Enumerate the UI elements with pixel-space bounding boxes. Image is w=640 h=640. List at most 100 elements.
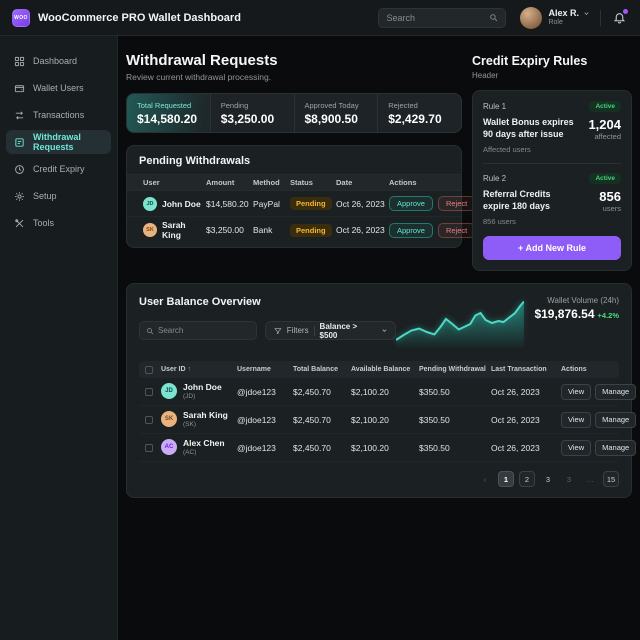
user-role: Role — [548, 18, 563, 26]
sidebar-item-wallet-users[interactable]: Wallet Users — [6, 76, 111, 100]
filter-value: Balance > $500 — [319, 321, 358, 340]
table-row: SK Sarah King (SK) @jdoe123 $2,450.70 $2… — [139, 406, 637, 434]
amount: $3,250.00 — [206, 225, 244, 235]
available-balance: $2,100.20 — [351, 414, 389, 425]
stat-value: $2,429.70 — [388, 111, 442, 126]
page-button-3-dim[interactable]: 3 — [561, 471, 577, 487]
filters-dropdown[interactable]: Filters Balance > $500 — [265, 321, 397, 340]
add-new-rule-button[interactable]: + Add New Rule — [483, 236, 621, 260]
wallet-volume-sparkline — [396, 299, 525, 349]
page-prev-button[interactable]: ‹ — [477, 471, 493, 487]
sidebar-item-credit-expiry[interactable]: Credit Expiry — [6, 157, 111, 181]
sort-asc-icon: ↑ — [187, 366, 191, 373]
status-badge: Pending — [290, 223, 332, 237]
rule-item: Rule 2 Active Referral Credits expire 18… — [483, 173, 621, 226]
col-user-id[interactable]: User ID ↑ — [161, 366, 237, 373]
manage-button[interactable]: Manage — [595, 411, 637, 428]
withdrawal-requests-icon — [15, 137, 24, 147]
sidebar-item-setup[interactable]: Setup — [6, 184, 111, 208]
view-button[interactable]: View — [561, 383, 592, 400]
approve-button[interactable]: Approve — [389, 222, 433, 238]
rule-name: Rule 1 — [483, 102, 507, 111]
sidebar-item-tools[interactable]: Tools — [6, 211, 111, 235]
user-balance-card: User Balance Overview Filters — [126, 283, 637, 498]
col-actions: Actions — [389, 178, 417, 187]
search-icon — [490, 14, 498, 22]
stat-rejected: Rejected $2,429.70 — [377, 94, 461, 132]
available-balance: $2,100.20 — [351, 386, 389, 397]
user-name: Alex R. — [548, 8, 579, 19]
col-amount: Amount — [206, 178, 235, 187]
rule-description: Wallet Bonus expires 90 days after issue — [483, 117, 574, 139]
global-search[interactable] — [378, 7, 507, 28]
credit-rules-subtitle: Header — [472, 71, 499, 80]
date: Oct 26, 2023 — [336, 225, 385, 235]
chevron-down-icon — [382, 329, 387, 332]
rule-stat-label: users — [602, 204, 621, 213]
reject-button[interactable]: Reject — [437, 196, 476, 211]
user-id: (JD) — [183, 392, 196, 400]
stat-approved-today: Approved Today $8,900.50 — [293, 94, 378, 132]
balance-search[interactable] — [139, 321, 257, 340]
sidebar-item-transactions[interactable]: Transactions — [6, 103, 111, 127]
withdrawal-stats: Total Requested $14,580.20 Pending $3,25… — [126, 93, 462, 133]
user-id: (SK) — [183, 420, 196, 428]
total-balance: $2,450.70 — [293, 386, 331, 397]
balance-search-input[interactable] — [158, 326, 250, 335]
dashboard-icon — [14, 56, 25, 66]
last-transaction: Oct 26, 2023 — [491, 386, 540, 397]
stat-label: Pending — [220, 100, 249, 110]
row-checkbox[interactable] — [145, 443, 153, 452]
rule-stat-value: 1,204 — [588, 117, 621, 132]
pending-table-header: User Amount Method Status Date Actions — [127, 174, 461, 191]
col-status: Status — [290, 178, 313, 187]
app-title: WooCommerce PRO Wallet Dashboard — [38, 11, 241, 24]
user-menu[interactable]: Alex R. Role — [520, 6, 590, 29]
avatar: SK — [161, 411, 177, 428]
view-button[interactable]: View — [561, 411, 592, 428]
view-button[interactable]: View — [561, 439, 592, 456]
available-balance: $2,100.20 — [351, 442, 389, 453]
user-name: John Doe — [183, 381, 222, 392]
sidebar-item-label: Transactions — [33, 110, 85, 120]
funnel-icon — [274, 327, 282, 334]
avatar: JD — [143, 196, 157, 211]
page-button-2[interactable]: 2 — [519, 471, 535, 487]
reject-button[interactable]: Reject — [437, 222, 476, 238]
global-search-input[interactable] — [386, 12, 490, 23]
stat-pending: Pending $3,250.00 — [209, 94, 294, 132]
manage-button[interactable]: Manage — [595, 383, 637, 400]
stat-value: $3,250.00 — [220, 111, 275, 126]
username: @jdoe123 — [237, 442, 276, 453]
select-all-checkbox[interactable] — [145, 365, 153, 374]
stat-label: Rejected — [388, 100, 418, 110]
clock-icon — [15, 164, 24, 174]
row-checkbox[interactable] — [145, 387, 153, 396]
page-button-1[interactable]: 1 — [498, 471, 514, 487]
rule-description: Referral Credits expire 180 days — [483, 189, 551, 211]
wallet-volume-value: $19,876.54 — [534, 307, 595, 321]
avatar: SK — [143, 223, 157, 237]
approve-button[interactable]: Approve — [389, 196, 433, 211]
page-button-15[interactable]: 15 — [603, 471, 619, 487]
total-balance: $2,450.70 — [293, 442, 331, 453]
sidebar-item-dashboard[interactable]: Dashboard — [6, 49, 111, 73]
sidebar-item-withdrawal-requests[interactable]: Withdrawal Requests — [6, 130, 111, 154]
sidebar: Dashboard Wallet Users Transactions With… — [0, 36, 118, 640]
pending-withdrawal: $350.50 — [419, 442, 450, 453]
amount: $14,580.20 — [206, 198, 249, 209]
manage-button[interactable]: Manage — [595, 439, 637, 456]
last-transaction: Oct 26, 2023 — [491, 414, 540, 425]
chevron-down-icon — [584, 12, 589, 15]
stat-value: $8,900.50 — [304, 111, 358, 126]
tools-icon — [15, 218, 24, 227]
notifications-button[interactable] — [611, 9, 628, 26]
method: PayPal — [253, 198, 280, 209]
page-button-3[interactable]: 3 — [540, 471, 556, 487]
gear-icon — [15, 191, 24, 201]
wallet-icon — [14, 84, 25, 92]
pagination: ‹ 1 2 3 3 … 15 — [139, 471, 619, 487]
col-last-transaction: Last Transaction — [491, 366, 547, 373]
date: Oct 26, 2023 — [336, 198, 385, 209]
row-checkbox[interactable] — [145, 415, 153, 424]
